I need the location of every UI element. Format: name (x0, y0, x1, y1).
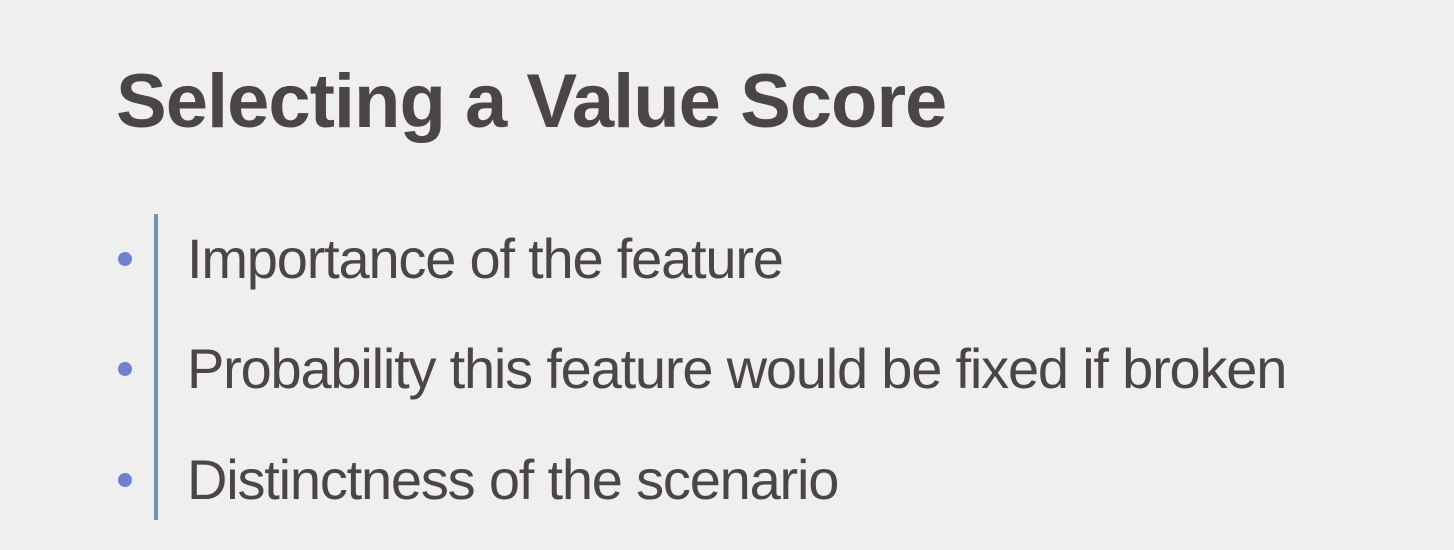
bullet-dot-icon (118, 362, 132, 376)
bullet-text: Distinctness of the scenario (187, 448, 839, 511)
bullet-item-probability: Probability this feature would be fixed … (0, 334, 1454, 404)
bullet-item-importance: Importance of the feature (0, 224, 1454, 294)
slide-title: Selecting a Value Score (116, 59, 947, 144)
bullet-item-distinctness: Distinctness of the scenario (0, 445, 1454, 515)
slide: Selecting a Value Score Importance of th… (0, 0, 1454, 550)
bullet-text: Importance of the feature (187, 227, 784, 290)
bullet-text: Probability this feature would be fixed … (187, 337, 1287, 400)
bullet-dot-icon (118, 473, 132, 487)
bullet-dot-icon (118, 252, 132, 266)
bullet-list: Importance of the feature Probability th… (0, 214, 1454, 522)
